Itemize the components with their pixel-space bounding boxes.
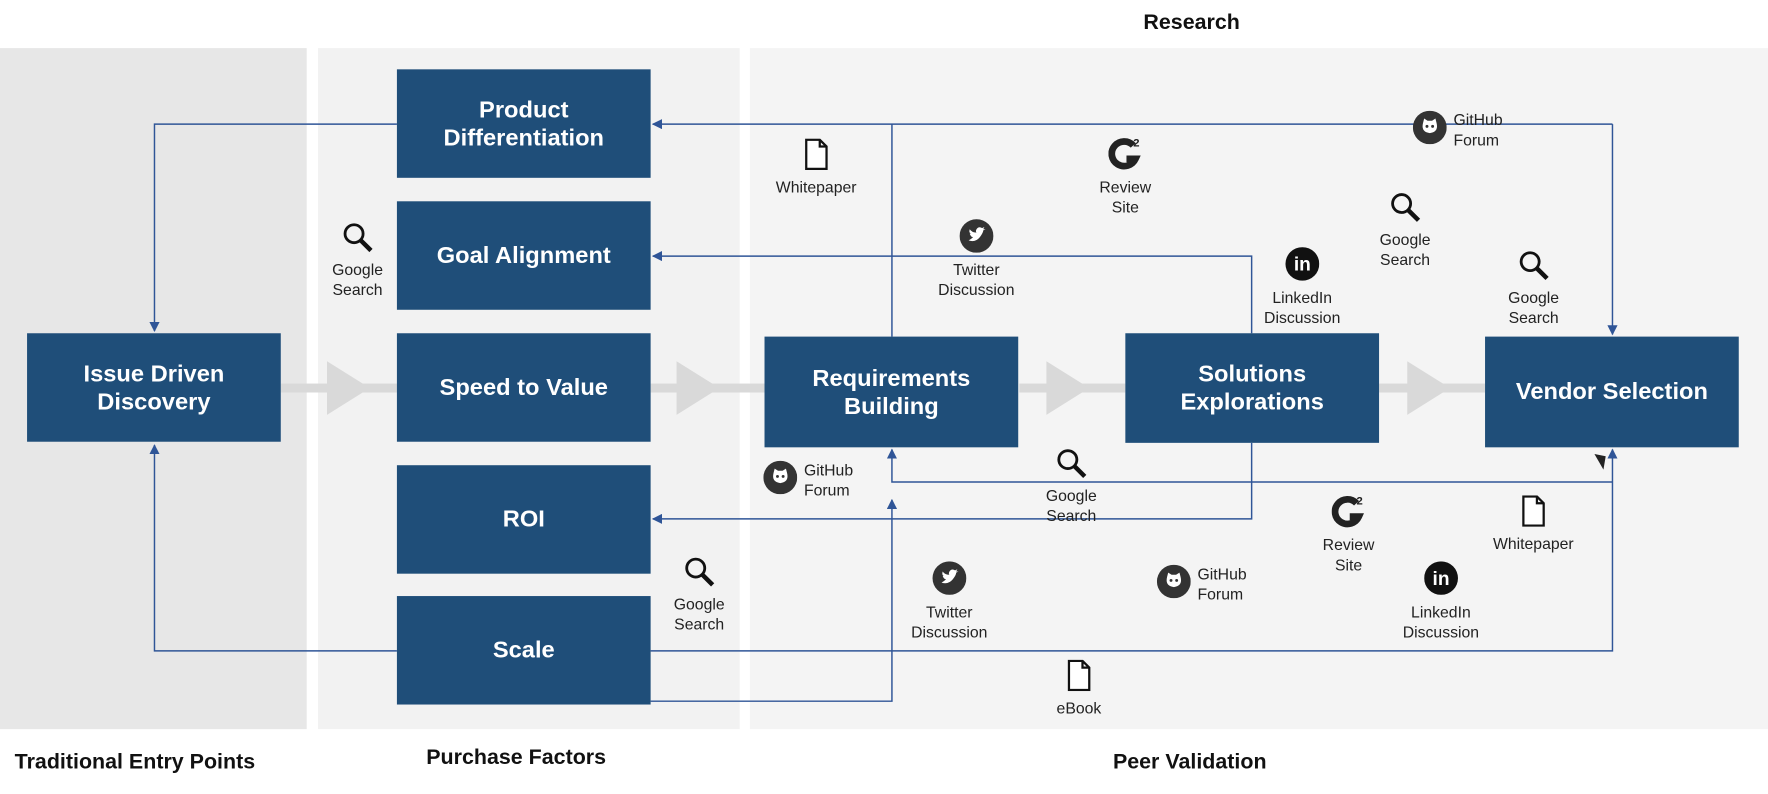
document-icon	[1067, 659, 1092, 696]
box-requirements-building[interactable]: Requirements Building	[764, 336, 1019, 448]
github-icon	[1412, 110, 1447, 149]
box-goal-alignment[interactable]: Goal Alignment	[396, 201, 651, 310]
search-icon	[1518, 249, 1550, 285]
svg-text:2: 2	[1133, 138, 1139, 150]
source-label: Review Site	[1323, 535, 1375, 575]
source-label-line: LinkedIn	[1272, 288, 1333, 307]
source-label-line: GitHub	[1453, 110, 1503, 129]
source-label-line: Search	[332, 280, 383, 299]
source-label-line: Discussion	[938, 280, 1015, 299]
svg-text:2: 2	[1356, 495, 1362, 507]
source-label-line: Site	[1334, 555, 1363, 574]
search-icon	[683, 556, 715, 592]
source-label: Twitter Discussion	[938, 259, 1014, 299]
source-label-line: Site	[1111, 197, 1139, 216]
connector-solutions-to-roi	[651, 442, 1253, 524]
source-label-line: Google	[673, 594, 725, 613]
source-github: GitHub Forum	[763, 460, 853, 500]
source-document: Whitepaper	[1493, 495, 1574, 553]
source-label: GitHub Forum	[1198, 564, 1247, 604]
twitter-icon	[932, 561, 967, 599]
source-label-line: GitHub	[1197, 564, 1247, 583]
source-label-line: Google	[1379, 230, 1431, 249]
github-icon	[1156, 564, 1191, 603]
source-twitter: Twitter Discussion	[938, 219, 1015, 300]
source-label-line: Discussion	[911, 622, 988, 641]
source-search: Google Search	[674, 556, 725, 634]
box-speed-to-value[interactable]: Speed to Value	[396, 333, 651, 442]
source-label: Whitepaper	[776, 177, 857, 197]
source-github: GitHub Forum	[1156, 564, 1247, 604]
source-twitter: Twitter Discussion	[911, 561, 987, 642]
source-label: Google Search	[674, 594, 725, 634]
source-label-line: Review	[1322, 535, 1375, 554]
box-product-differentiation[interactable]: Product Differentiation	[396, 69, 651, 178]
box-roi[interactable]: ROI	[396, 465, 651, 574]
source-label: Google Search	[1046, 485, 1097, 525]
source-label: eBook	[1057, 698, 1102, 718]
source-label-line: Search	[1508, 308, 1559, 327]
source-label-line: Twitter	[926, 602, 973, 621]
source-label-line: Review	[1099, 177, 1152, 196]
document-icon	[1521, 495, 1546, 531]
search-icon	[342, 221, 374, 257]
source-label-line: Google	[1508, 288, 1560, 307]
source-search: Google Search	[1380, 191, 1431, 269]
g2-icon: 2	[1108, 136, 1142, 174]
source-search: Google Search	[332, 221, 383, 299]
source-github: GitHub Forum	[1412, 110, 1503, 150]
source-label-line: Search	[674, 615, 725, 633]
source-document: Whitepaper	[776, 138, 857, 197]
source-label-line: GitHub	[803, 460, 854, 479]
source-label-line: Search	[1380, 250, 1431, 269]
source-label-line: Whitepaper	[1492, 534, 1574, 553]
connector-scale-to-issue	[149, 444, 397, 652]
svg-text:in: in	[1432, 569, 1449, 590]
linkedin-icon: in	[1423, 561, 1458, 599]
source-label-line: Google	[332, 260, 383, 279]
github-icon	[763, 460, 798, 499]
source-document: eBook	[1057, 659, 1102, 718]
source-label-line: Forum	[1197, 584, 1244, 603]
source-label-line: eBook	[1056, 698, 1102, 717]
source-label-line: Search	[1046, 506, 1097, 525]
document-icon	[804, 138, 829, 175]
source-label: Google Search	[1380, 229, 1431, 269]
source-label: GitHub Forum	[1453, 110, 1502, 150]
source-label: Whitepaper	[1493, 533, 1574, 553]
twitter-icon	[959, 219, 994, 257]
box-solutions-explorations[interactable]: Solutions Explorations	[1125, 333, 1380, 443]
source-label: LinkedIn Discussion	[1403, 602, 1479, 642]
search-icon	[1389, 191, 1421, 227]
diagram: Research Traditional Entry Points Purcha…	[0, 0, 1768, 794]
search-icon	[1056, 447, 1088, 483]
source-g2: 2 Review Site	[1323, 494, 1375, 575]
source-label-line: Forum	[1453, 130, 1500, 149]
linkedin-icon: in	[1285, 247, 1320, 285]
source-search: Google Search	[1046, 447, 1097, 525]
cursor-icon	[1594, 454, 1606, 470]
box-vendor-selection[interactable]: Vendor Selection	[1485, 336, 1739, 448]
source-g2: 2 Review Site	[1099, 136, 1151, 217]
source-search: Google Search	[1508, 249, 1559, 327]
source-label: Twitter Discussion	[911, 602, 987, 642]
source-label-line: LinkedIn	[1411, 602, 1471, 621]
source-label: LinkedIn Discussion	[1264, 287, 1340, 327]
box-scale[interactable]: Scale	[396, 596, 651, 705]
g2-icon: 2	[1331, 494, 1366, 532]
source-label-line: Discussion	[1402, 622, 1480, 641]
box-issue-driven-discovery[interactable]: Issue Driven Discovery	[27, 333, 281, 442]
source-label: Google Search	[332, 259, 383, 299]
source-label-line: Twitter	[953, 260, 1000, 279]
source-linkedin: in LinkedIn Discussion	[1264, 247, 1340, 328]
source-linkedin: in LinkedIn Discussion	[1403, 561, 1479, 642]
source-label: Review Site	[1099, 177, 1151, 217]
source-label: GitHub Forum	[804, 460, 853, 500]
source-label-line: Whitepaper	[775, 177, 857, 196]
source-label: Google Search	[1508, 287, 1559, 327]
source-label-line: Google	[1045, 486, 1097, 505]
source-label-line: Discussion	[1264, 308, 1341, 327]
svg-text:in: in	[1294, 255, 1311, 276]
source-label-line: Forum	[803, 480, 850, 499]
